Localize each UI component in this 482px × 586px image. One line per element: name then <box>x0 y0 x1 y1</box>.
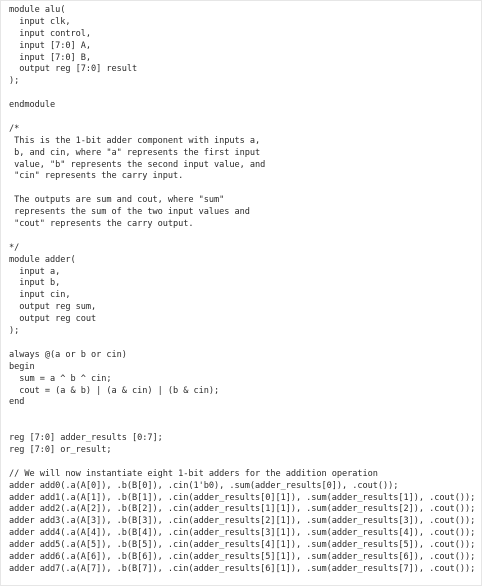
code-line: The outputs are sum and cout, where "sum… <box>9 195 225 206</box>
code-line: adder add7(.a(A[7]), .b(B[7]), .cin(adde… <box>9 563 476 574</box>
code-line: input b, <box>9 278 61 289</box>
code-line: input [7:0] A, <box>9 40 91 51</box>
code-line: adder add0(.a(A[0]), .b(B[0]), .cin(1'b0… <box>9 480 399 491</box>
code-line: input clk, <box>9 16 71 27</box>
code-line: begin <box>9 361 35 372</box>
code-line: input [7:0] B, <box>9 52 91 63</box>
code-line: reg [7:0] or_result; <box>9 444 112 455</box>
code-line: "cin" represents the carry input. <box>9 171 184 182</box>
code-lines: module alu( input clk, input control, in… <box>9 5 475 576</box>
code-line: cout = (a & b) | (a & cin) | (b & cin); <box>9 385 220 396</box>
code-line: represents the sum of the two input valu… <box>9 207 250 218</box>
code-line: output reg [7:0] result <box>9 64 138 75</box>
code-line: module adder( <box>9 254 76 265</box>
code-line: output reg sum, <box>9 302 97 313</box>
code-line: b, and cin, where "a" represents the fir… <box>9 147 261 158</box>
code-line: adder add1(.a(A[1]), .b(B[1]), .cin(adde… <box>9 492 476 503</box>
code-line: endmodule <box>9 100 56 111</box>
code-line: "cout" represents the carry output. <box>9 219 194 230</box>
code-line: ); <box>9 76 20 87</box>
code-line: value, "b" represents the second input v… <box>9 159 266 170</box>
code-line: /* <box>9 123 20 134</box>
code-view[interactable]: module alu( input clk, input control, in… <box>0 0 482 586</box>
code-line: input a, <box>9 266 61 277</box>
code-line: end <box>9 397 25 408</box>
code-line: This is the 1-bit adder component with i… <box>9 135 261 146</box>
code-line: adder add5(.a(A[5]), .b(B[5]), .cin(adde… <box>9 540 476 551</box>
code-line: adder add2(.a(A[2]), .b(B[2]), .cin(adde… <box>9 504 476 515</box>
code-line: adder add6(.a(A[6]), .b(B[6]), .cin(adde… <box>9 551 476 562</box>
code-line: ); <box>9 326 20 337</box>
code-line: input control, <box>9 28 91 39</box>
code-line: reg [7:0] adder_results [0:7]; <box>9 433 163 444</box>
code-line: output reg cout <box>9 314 97 325</box>
code-line: adder add3(.a(A[3]), .b(B[3]), .cin(adde… <box>9 516 476 527</box>
code-line: input cin, <box>9 290 71 301</box>
code-line: // We will now instantiate eight 1-bit a… <box>9 468 378 479</box>
code-line: sum = a ^ b ^ cin; <box>9 373 112 384</box>
code-line: module alu( <box>9 5 66 15</box>
code-line: */ <box>9 242 20 253</box>
code-line: adder add4(.a(A[4]), .b(B[4]), .cin(adde… <box>9 528 476 539</box>
code-line: always @(a or b or cin) <box>9 349 127 360</box>
